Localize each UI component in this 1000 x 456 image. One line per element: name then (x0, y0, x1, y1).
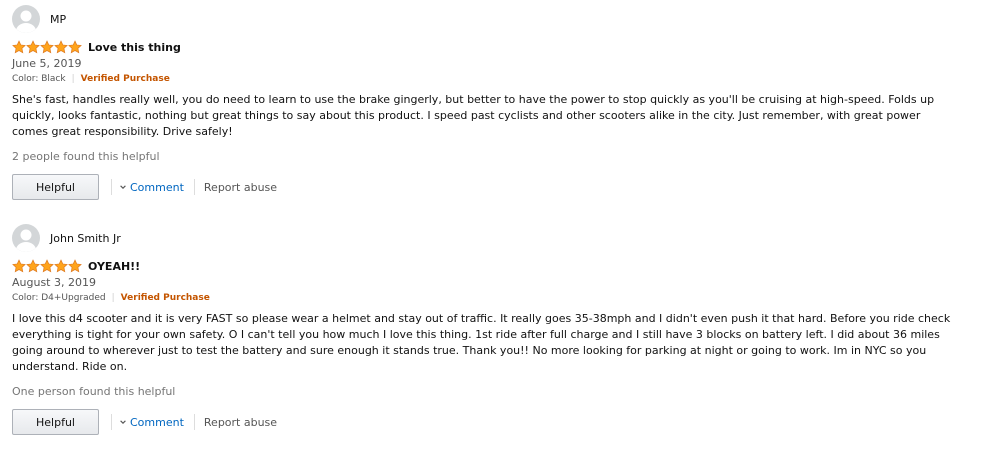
star-rating[interactable] (12, 40, 82, 54)
action-divider (111, 414, 112, 430)
helpful-count: 2 people found this helpful (12, 150, 160, 163)
verified-purchase-badge: Verified Purchase (120, 293, 210, 303)
comment-label: Comment (130, 180, 184, 194)
review-meta: Color: Black | Verified Purchase (12, 72, 972, 87)
review-title[interactable]: OYEAH!! (88, 260, 140, 273)
review-title[interactable]: Love this thing (88, 41, 181, 54)
helpful-button[interactable]: Helpful (12, 174, 99, 200)
review-card: John Smith Jr OYEAH!! August 3, 2019 Col… (12, 223, 972, 436)
star-icon (26, 40, 40, 54)
star-icon (68, 259, 82, 273)
star-icon (68, 40, 82, 54)
reviewer-name[interactable]: MP (50, 13, 66, 26)
action-divider (193, 179, 195, 195)
user-silhouette-icon (16, 229, 36, 252)
star-rating[interactable] (12, 259, 82, 273)
review-body: She's fast, handles really well, you do … (12, 93, 935, 138)
star-icon (40, 40, 54, 54)
star-icon (54, 259, 68, 273)
review-date: August 3, 2019 (12, 276, 96, 289)
reviewer-profile[interactable]: John Smith Jr (12, 223, 972, 253)
avatar[interactable] (12, 5, 40, 33)
review-meta: Color: D4+Upgraded | Verified Purchase (12, 291, 972, 306)
comment-link[interactable]: Comment (119, 416, 184, 429)
reviewer-name[interactable]: John Smith Jr (50, 232, 121, 245)
review-actions: Helpful Comment Report abuse (12, 173, 972, 201)
chevron-down-icon (120, 185, 126, 189)
chevron-down-icon (120, 420, 126, 424)
comment-label: Comment (130, 415, 184, 429)
avatar[interactable] (12, 224, 40, 252)
comment-link[interactable]: Comment (119, 181, 184, 194)
review-actions: Helpful Comment Report abuse (12, 408, 972, 436)
star-icon (12, 259, 26, 273)
review-body: I love this d4 scooter and it is very FA… (12, 312, 951, 373)
meta-divider: | (111, 293, 115, 303)
review-date: June 5, 2019 (12, 57, 82, 70)
star-icon (12, 40, 26, 54)
rating-row: OYEAH!! (12, 258, 972, 274)
star-icon (26, 259, 40, 273)
report-abuse-link[interactable]: Report abuse (204, 181, 277, 194)
report-abuse-link[interactable]: Report abuse (204, 416, 277, 429)
action-divider (111, 179, 112, 195)
review-card: MP Love this thing June 5, 2019 Color: B… (12, 4, 972, 201)
helpful-button[interactable]: Helpful (12, 409, 99, 435)
variant-link[interactable]: Color: Black (12, 72, 66, 87)
variant-link[interactable]: Color: D4+Upgraded (12, 291, 106, 306)
star-icon (40, 259, 54, 273)
helpful-count: One person found this helpful (12, 385, 176, 398)
star-icon (54, 40, 68, 54)
action-divider (193, 414, 195, 430)
reviewer-profile[interactable]: MP (12, 4, 972, 34)
user-silhouette-icon (16, 10, 36, 33)
verified-purchase-badge: Verified Purchase (80, 74, 170, 84)
meta-divider: | (71, 74, 75, 84)
rating-row: Love this thing (12, 39, 972, 55)
